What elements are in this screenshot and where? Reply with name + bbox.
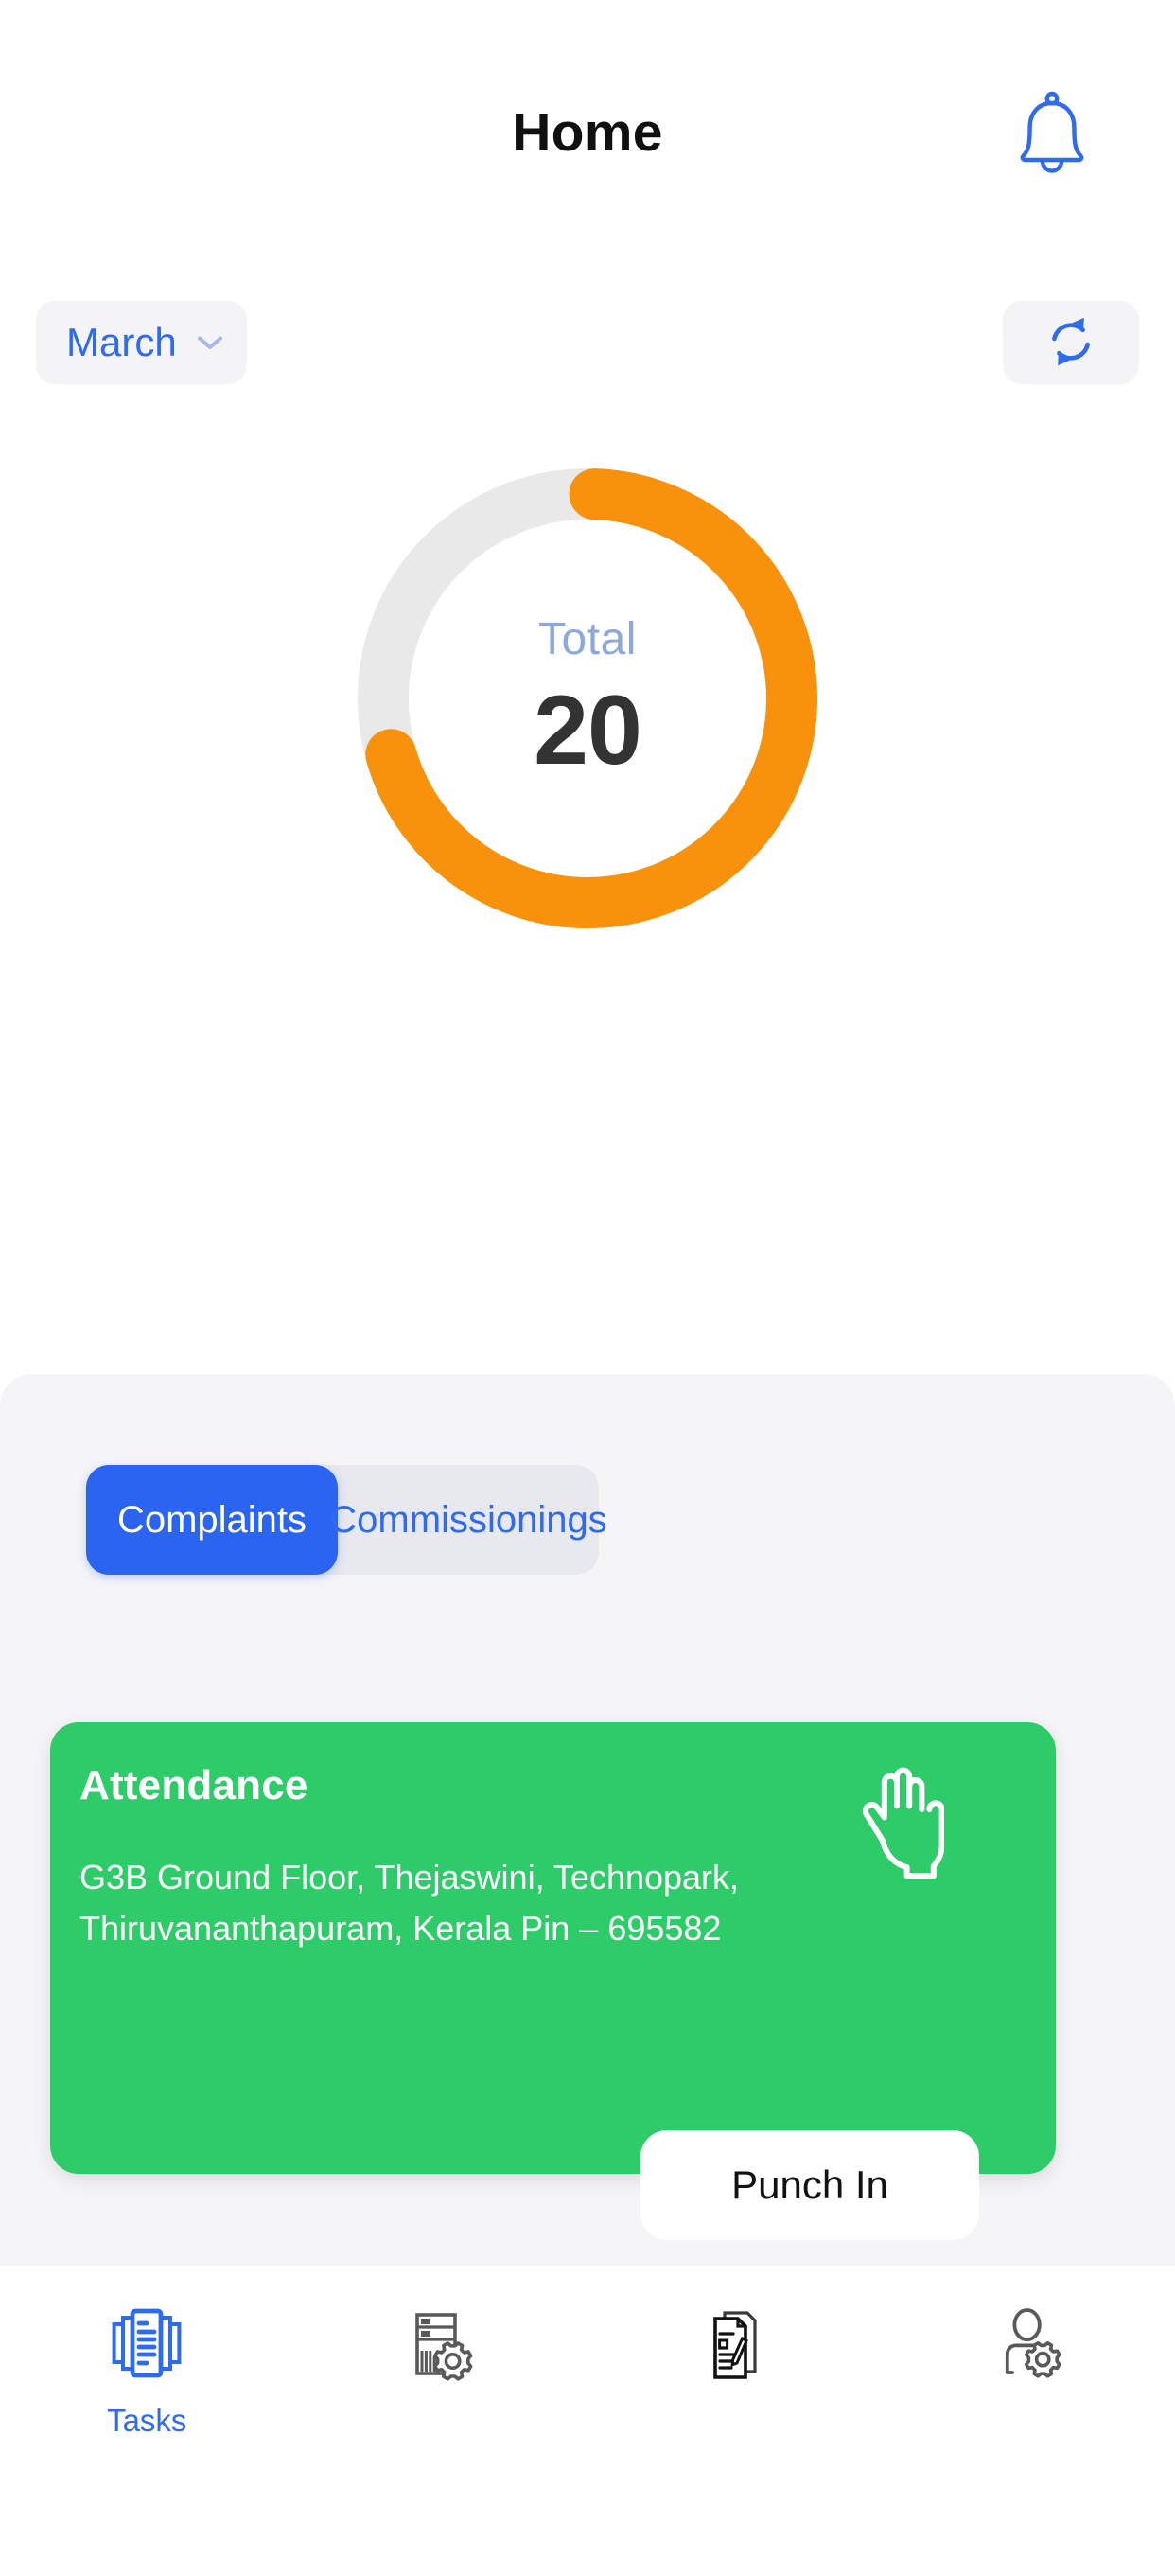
attendance-address: G3B Ground Floor, Thejaswini, Technopark…	[79, 1852, 742, 1954]
gauge-center-labels: Total 20	[106, 443, 1069, 954]
bell-icon	[1011, 91, 1093, 185]
page-title: Home	[0, 99, 1175, 166]
server-gear-icon	[395, 2298, 486, 2389]
refresh-icon	[1046, 317, 1096, 369]
total-gauge-chart: Total 20	[106, 443, 1069, 1200]
nav-item-tasks-label: Tasks	[107, 2402, 186, 2440]
bottom-navigation-bar: Tasks	[0, 2266, 1175, 2544]
app-header: Home	[0, 0, 1175, 246]
view-switcher: Complaints Commissionings	[86, 1465, 599, 1575]
nav-item-account[interactable]	[882, 2266, 1175, 2576]
tab-commissionings[interactable]: Commissionings	[338, 1465, 599, 1575]
chevron-down-icon	[198, 336, 222, 350]
tab-complaints[interactable]: Complaints	[86, 1465, 338, 1575]
task-list-icon	[101, 2298, 192, 2389]
refresh-button[interactable]	[1003, 301, 1139, 384]
nav-item-maintenance[interactable]	[294, 2266, 588, 2576]
nav-item-reports[interactable]	[588, 2266, 882, 2576]
user-gear-icon	[983, 2298, 1074, 2389]
notifications-button[interactable]	[1000, 85, 1104, 189]
gauge-caption: Total	[538, 613, 637, 666]
month-selector-label: March	[66, 320, 177, 365]
gauge-value: 20	[534, 678, 641, 784]
punch-in-button[interactable]: Punch In	[640, 2130, 979, 2240]
attendance-card: Attendance G3B Ground Floor, Thejaswini,…	[50, 1722, 1056, 2174]
nav-item-tasks[interactable]: Tasks	[0, 2266, 294, 2576]
attendance-title: Attendance	[79, 1760, 308, 1811]
document-pen-icon	[689, 2298, 780, 2389]
month-selector-dropdown[interactable]: March	[36, 301, 247, 384]
raised-hand-icon	[853, 1767, 944, 1879]
